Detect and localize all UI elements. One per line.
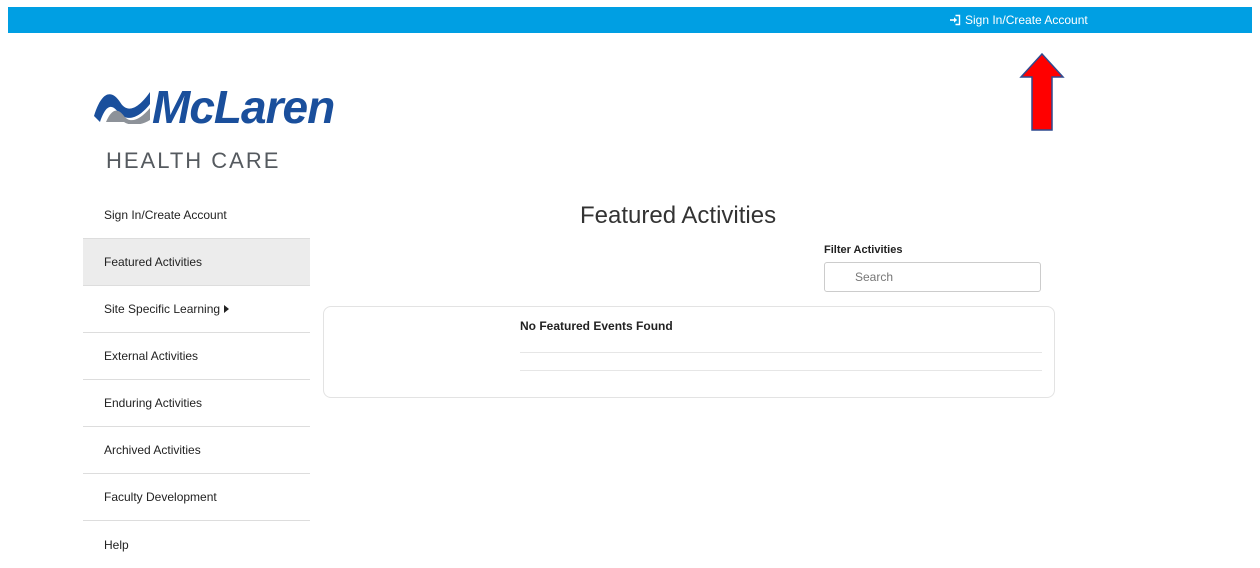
sidebar-item-label: Faculty Development [104,490,217,504]
logo-subtitle: HEALTH CARE [106,148,281,173]
sidebar-item-archived-activities[interactable]: Archived Activities [83,427,310,474]
sidebar-nav: Sign In/Create Account Featured Activiti… [83,192,310,568]
sidebar-item-label: Help [104,537,129,552]
sidebar-item-site-specific-learning[interactable]: Site Specific Learning [83,286,310,333]
empty-state-message: No Featured Events Found [520,319,673,333]
sidebar-item-faculty-development[interactable]: Faculty Development [83,474,310,521]
sidebar-item-featured-activities[interactable]: Featured Activities [83,239,310,286]
sidebar-item-sign-in[interactable]: Sign In/Create Account [83,192,310,239]
sidebar-item-label: Enduring Activities [104,396,203,410]
sign-in-icon [950,14,961,26]
sidebar-item-label: Sign In/Create Account [104,208,227,222]
featured-events-panel: No Featured Events Found [323,306,1055,398]
sidebar-item-help[interactable]: Help [83,521,310,568]
search-input[interactable] [824,262,1041,292]
page-title: Featured Activities [580,202,777,229]
sidebar-item-label: Archived Activities [104,443,201,457]
mclaren-logo[interactable]: McLaren HEALTH CARE [88,81,368,178]
header-signin-link[interactable]: Sign In/Create Account [949,11,1088,29]
logo-wave-icon [94,92,150,124]
sidebar-item-external-activities[interactable]: External Activities [83,333,310,380]
header-signin-label: Sign In/Create Account [965,13,1088,27]
annotation-arrow-icon [1019,52,1065,131]
sidebar-item-enduring-activities[interactable]: Enduring Activities [83,380,310,427]
divider [520,352,1042,353]
top-bar: Sign In/Create Account [8,7,1252,33]
logo-name: McLaren [152,81,335,133]
sidebar-item-label: Site Specific Learning [104,302,221,316]
sidebar-item-label: External Activities [104,349,199,363]
caret-right-icon [224,305,230,313]
sidebar-item-label: Featured Activities [104,255,203,269]
divider [520,370,1042,371]
filter-label: Filter Activities [824,244,903,256]
